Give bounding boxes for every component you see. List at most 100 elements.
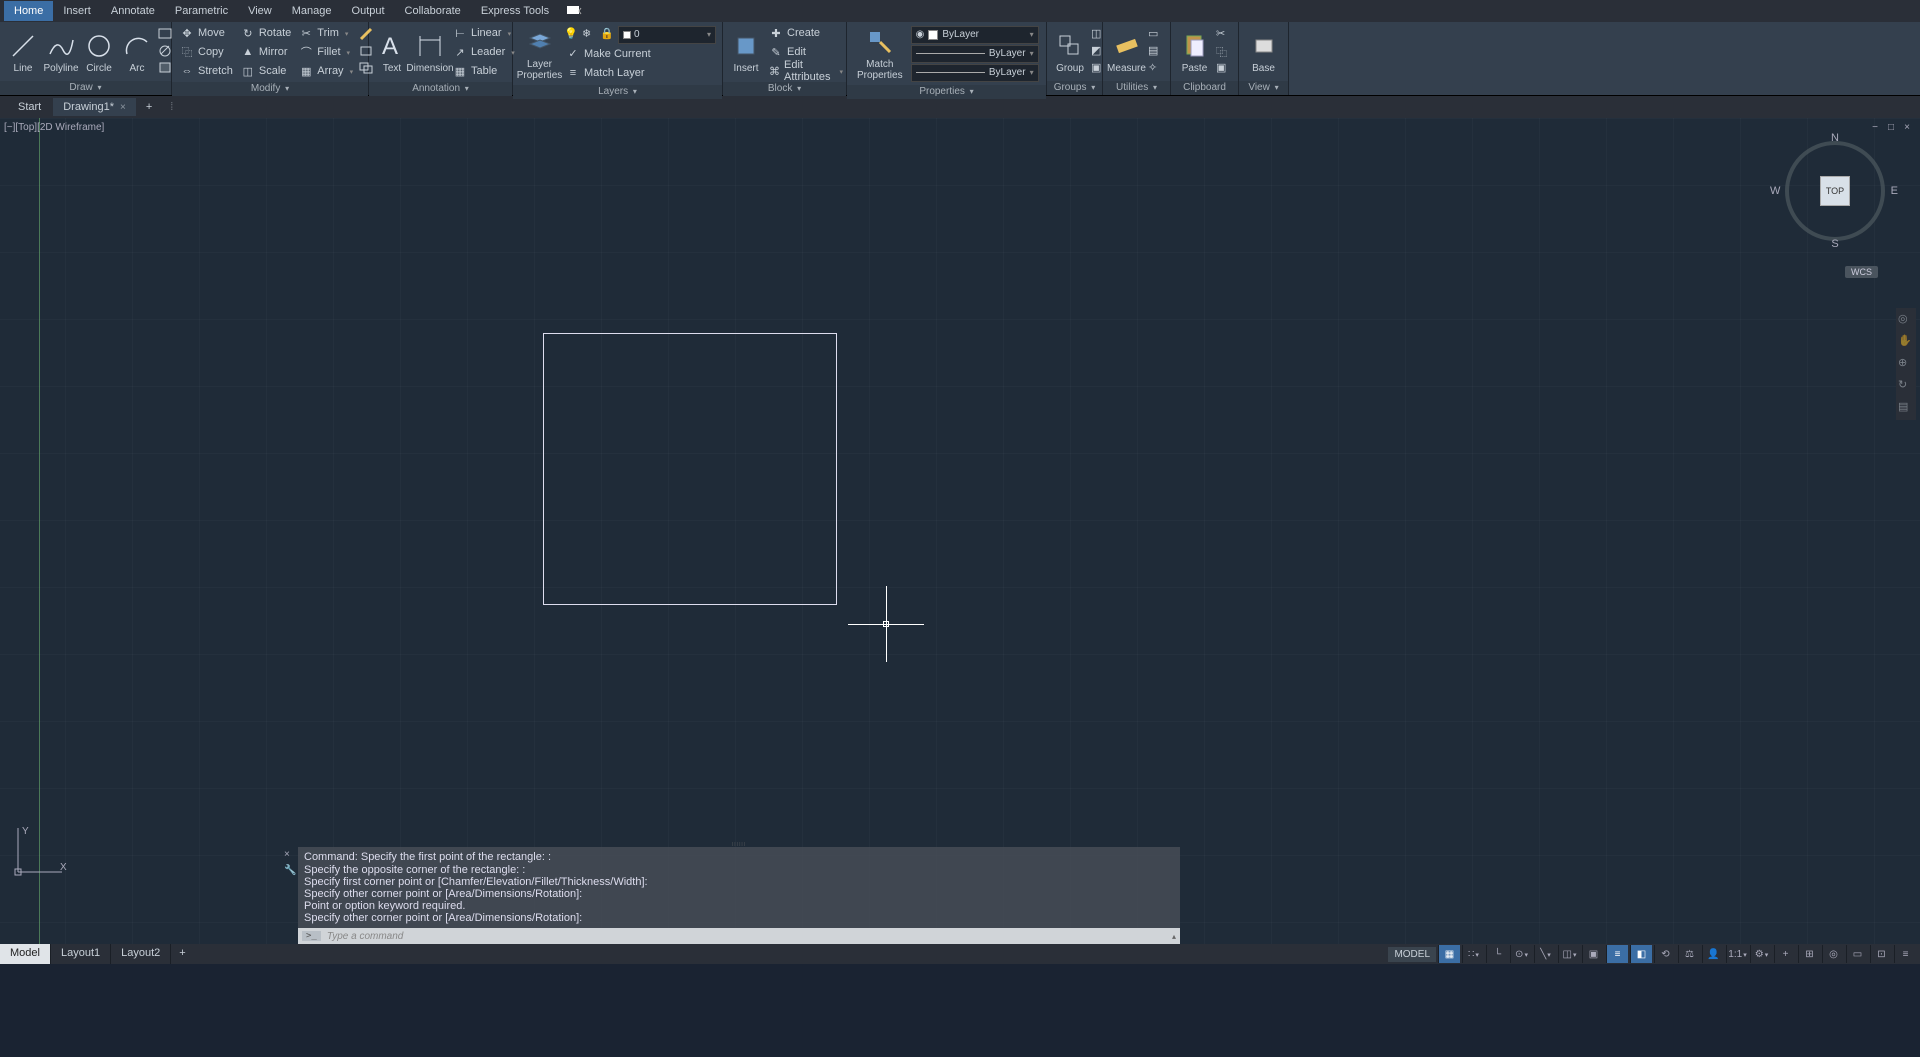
menu-output[interactable]: Output xyxy=(342,1,395,21)
group-button[interactable]: Group xyxy=(1053,28,1087,76)
tab-overflow-icon[interactable]: ⁞ xyxy=(162,98,181,116)
selection-cycling-toggle[interactable]: ⟲ xyxy=(1654,945,1676,963)
add-layout-button[interactable]: + xyxy=(171,944,193,964)
drawing-tab[interactable]: Drawing1*× xyxy=(53,98,136,116)
menu-parametric[interactable]: Parametric xyxy=(165,1,238,21)
line-button[interactable]: Line xyxy=(6,28,40,76)
linetype-dropdown[interactable]: ByLayer▾ xyxy=(911,64,1039,82)
workspace-switch[interactable]: ⚙ xyxy=(1750,945,1772,963)
drawing-canvas[interactable]: [−][Top][2D Wireframe] − □ × TOP N S E W… xyxy=(0,118,1920,964)
command-settings-icon[interactable]: 🔧 xyxy=(284,865,296,876)
match-properties-button[interactable]: Match Properties xyxy=(853,24,907,83)
drawn-rectangle[interactable] xyxy=(543,333,837,605)
leader-button[interactable]: ↗Leader xyxy=(451,43,517,61)
model-label[interactable]: MODEL xyxy=(1388,947,1436,962)
mirror-button[interactable]: ▲Mirror xyxy=(239,43,293,61)
ribbon-toggle[interactable] xyxy=(567,6,583,16)
showmotion-icon[interactable]: ▤ xyxy=(1898,400,1914,416)
viewport-maximize-icon[interactable]: □ xyxy=(1884,122,1898,134)
menu-home[interactable]: Home xyxy=(4,1,53,21)
linear-button[interactable]: ⊢Linear xyxy=(451,24,517,42)
layer-dropdown[interactable]: 0 ▾ xyxy=(618,26,716,44)
array-button[interactable]: ▦Array xyxy=(297,62,355,80)
grid-toggle[interactable]: ▦ xyxy=(1438,945,1460,963)
calc-icon[interactable]: ▤ xyxy=(1148,44,1164,60)
osnap-toggle[interactable]: ◫ xyxy=(1558,945,1580,963)
menu-view[interactable]: View xyxy=(238,1,282,21)
command-input[interactable]: >_ Type a command ▴ xyxy=(298,928,1180,944)
viewport-minimize-icon[interactable]: − xyxy=(1868,122,1882,134)
snap-mode-toggle[interactable]: ∷ xyxy=(1462,945,1484,963)
measure-button[interactable]: Measure xyxy=(1109,28,1144,76)
circle-button[interactable]: Circle xyxy=(82,28,116,76)
isoplane-toggle[interactable]: ╲ xyxy=(1534,945,1556,963)
layer-properties-button[interactable]: Layer Properties xyxy=(519,24,560,83)
cut-icon[interactable]: ✂ xyxy=(1216,27,1232,43)
color-dropdown[interactable]: ◉ByLayer▾ xyxy=(911,26,1039,44)
point-icon[interactable]: ✧ xyxy=(1148,61,1164,77)
customization[interactable]: ≡ xyxy=(1894,945,1916,963)
copy-button[interactable]: ⿻Copy xyxy=(178,43,235,61)
command-scroll-icon[interactable]: ▴ xyxy=(1172,932,1176,941)
layout2-tab[interactable]: Layout2 xyxy=(111,944,171,964)
3dosnap-toggle[interactable]: ▣ xyxy=(1582,945,1604,963)
paste-special-icon[interactable]: ▣ xyxy=(1216,61,1232,77)
create-block-button[interactable]: ✚Create xyxy=(767,24,845,42)
lineweight-toggle[interactable]: ≡ xyxy=(1606,945,1628,963)
polar-toggle[interactable]: ⊙ xyxy=(1510,945,1532,963)
base-view-button[interactable]: Base xyxy=(1245,28,1282,76)
trim-button[interactable]: ✂Trim xyxy=(297,24,355,42)
add-tab-button[interactable]: + xyxy=(138,98,160,116)
orbit-icon[interactable]: ↻ xyxy=(1898,378,1914,394)
text-button[interactable]: A Text xyxy=(375,28,409,76)
view-label[interactable]: [−][Top][2D Wireframe] xyxy=(4,122,104,133)
zoom-extents-icon[interactable]: ⊕ xyxy=(1898,356,1914,372)
layer-freeze-icon[interactable]: ❄ xyxy=(582,27,598,43)
transparency-toggle[interactable]: ◧ xyxy=(1630,945,1652,963)
menu-annotate[interactable]: Annotate xyxy=(101,1,165,21)
copy-clip-icon[interactable]: ⿻ xyxy=(1216,44,1232,60)
quick-properties[interactable]: ◎ xyxy=(1822,945,1844,963)
move-button[interactable]: ✥Move xyxy=(178,24,235,42)
annoscale-dropdown[interactable]: 1:1 xyxy=(1726,945,1748,963)
menu-manage[interactable]: Manage xyxy=(282,1,342,21)
polyline-button[interactable]: Polyline xyxy=(44,28,78,76)
make-current-button[interactable]: ✓Make Current xyxy=(564,45,716,63)
isolate-objects[interactable]: ▭ xyxy=(1846,945,1868,963)
units-toggle[interactable]: ⊞ xyxy=(1798,945,1820,963)
viewport-close-icon[interactable]: × xyxy=(1900,122,1914,134)
hardware-accel[interactable]: ⊡ xyxy=(1870,945,1892,963)
table-icon: ▦ xyxy=(453,64,467,78)
rotate-button[interactable]: ↻Rotate xyxy=(239,24,293,42)
layout1-tab[interactable]: Layout1 xyxy=(51,944,111,964)
dimension-button[interactable]: Dimension xyxy=(413,28,447,76)
pan-icon[interactable]: ✋ xyxy=(1898,334,1914,350)
menu-express-tools[interactable]: Express Tools xyxy=(471,1,559,21)
arc-button[interactable]: Arc xyxy=(120,28,154,76)
annotation-monitor[interactable]: + xyxy=(1774,945,1796,963)
insert-block-button[interactable]: Insert xyxy=(729,28,763,76)
menu-insert[interactable]: Insert xyxy=(53,1,101,21)
scale-button[interactable]: ◫Scale xyxy=(239,62,293,80)
wcs-badge[interactable]: WCS xyxy=(1845,266,1878,278)
edit-attributes-button[interactable]: ⌘Edit Attributes xyxy=(767,62,845,80)
layer-on-icon[interactable]: 💡 xyxy=(564,27,580,43)
ortho-toggle[interactable]: └ xyxy=(1486,945,1508,963)
fillet-button[interactable]: ⌒Fillet xyxy=(297,43,355,61)
annotation-scale[interactable]: ⚖ xyxy=(1678,945,1700,963)
close-tab-icon[interactable]: × xyxy=(120,102,126,113)
match-layer-button[interactable]: ≡Match Layer xyxy=(564,64,716,82)
select-icon[interactable]: ▭ xyxy=(1148,27,1164,43)
table-button[interactable]: ▦Table xyxy=(451,62,517,80)
stretch-button[interactable]: ⇔Stretch xyxy=(178,62,235,80)
command-window[interactable]: ∷∷∷ × 🔧 Command: Specify the first point… xyxy=(298,841,1180,944)
layer-lock-icon[interactable]: 🔒 xyxy=(600,27,616,43)
command-close-icon[interactable]: × xyxy=(284,849,290,860)
lineweight-dropdown[interactable]: ByLayer▾ xyxy=(911,45,1039,63)
annotation-visibility[interactable]: 👤 xyxy=(1702,945,1724,963)
paste-button[interactable]: Paste xyxy=(1177,28,1212,76)
start-tab[interactable]: Start xyxy=(8,98,51,116)
model-tab[interactable]: Model xyxy=(0,944,51,964)
steering-wheel-icon[interactable]: ◎ xyxy=(1898,312,1914,328)
menu-collaborate[interactable]: Collaborate xyxy=(395,1,471,21)
